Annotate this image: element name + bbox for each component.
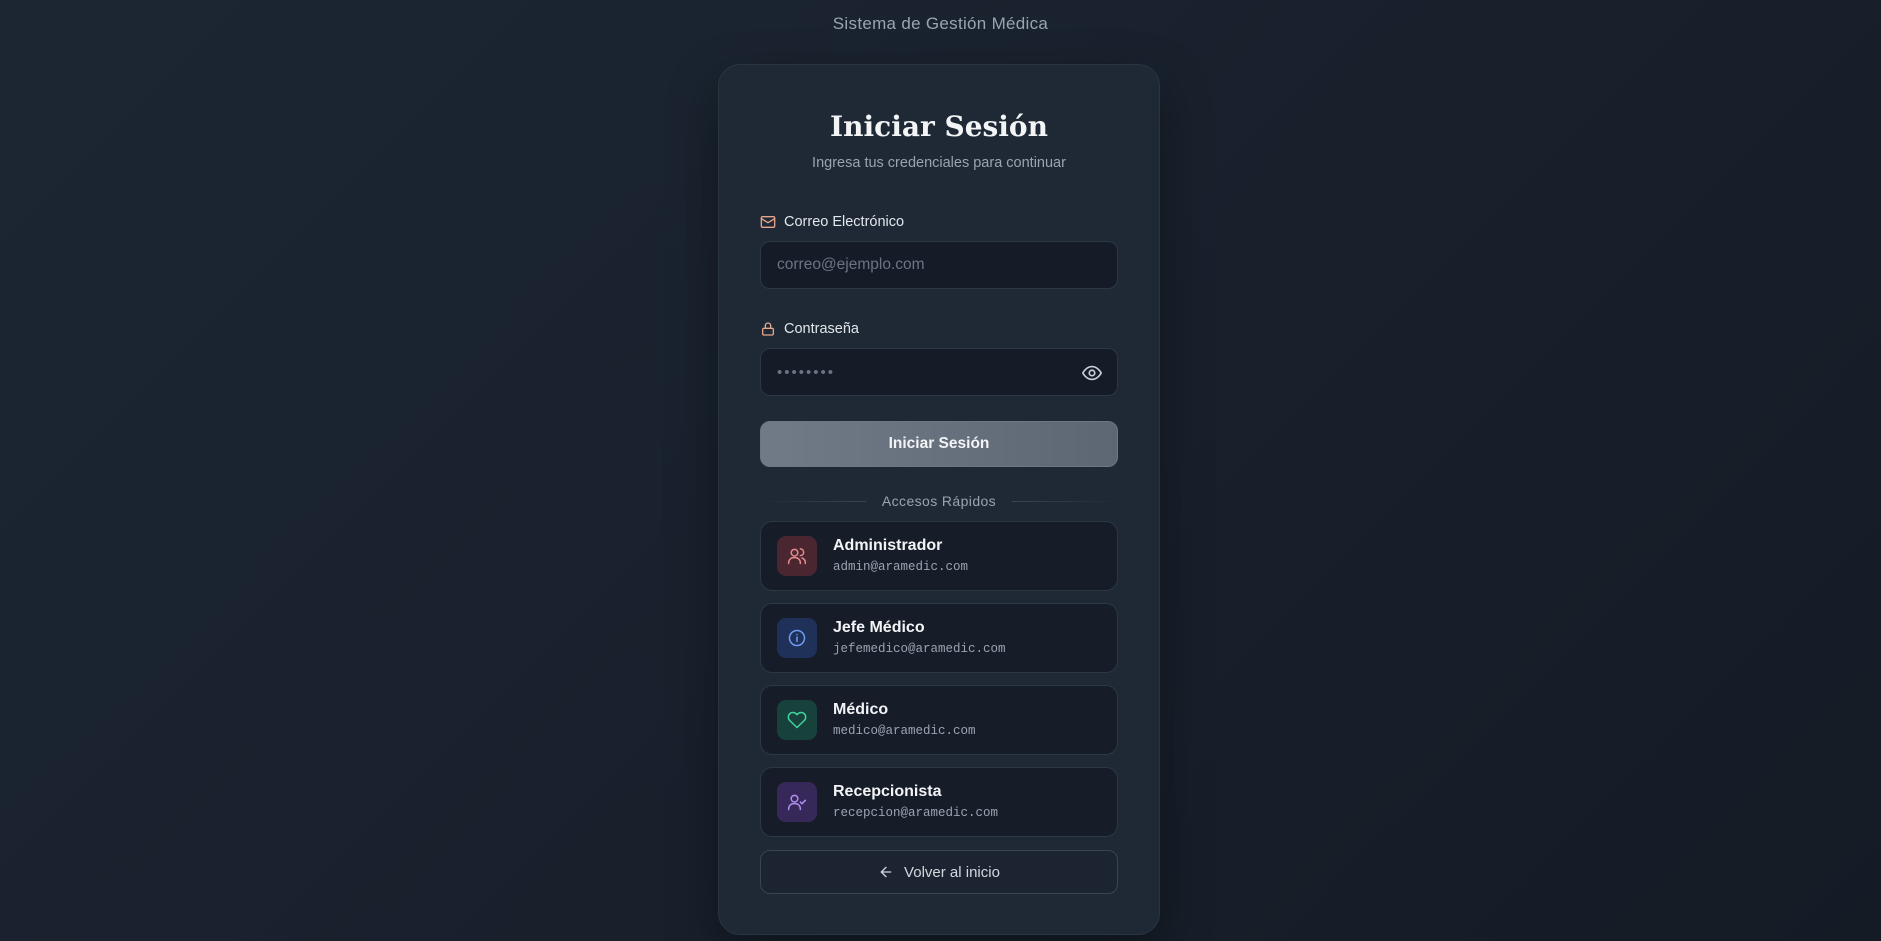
mail-icon	[760, 214, 776, 230]
toggle-password-visibility-button[interactable]	[1081, 362, 1103, 384]
quick-access-role: Administrador	[833, 537, 943, 554]
arrow-left-icon	[880, 866, 892, 878]
login-title: Iniciar Sesión	[830, 110, 1048, 143]
quick-access-item-chief[interactable]: Jefe Médico jefemedico@aramedic.com	[760, 603, 1118, 673]
divider-line-right	[1012, 500, 1119, 502]
login-card: Iniciar Sesión Ingresa tus credenciales …	[718, 64, 1160, 935]
quick-access-title: Accesos Rápidos	[881, 493, 997, 509]
password-label: Contraseña	[760, 319, 1118, 339]
quick-access-role: Jefe Médico	[833, 619, 925, 636]
quick-access-item-admin[interactable]: Administrador admin@aramedic.com	[760, 521, 1118, 591]
password-label-text: Contraseña	[784, 321, 859, 337]
quick-access-email: jefemedico@aramedic.com	[833, 642, 1006, 656]
back-to-home-label: Volver al inicio	[904, 863, 1000, 881]
user-check-icon	[787, 794, 807, 811]
divider-line-left	[760, 500, 866, 502]
info-circle-icon	[788, 629, 806, 647]
admin-badge	[777, 536, 817, 576]
quick-access-email: recepcion@aramedic.com	[833, 806, 999, 820]
quick-access-email: admin@aramedic.com	[833, 560, 969, 574]
password-field-wrapper	[760, 348, 1118, 396]
quick-access-email: medico@aramedic.com	[833, 724, 976, 738]
login-submit-button[interactable]: Iniciar Sesión	[760, 421, 1118, 467]
chief-badge	[777, 618, 817, 658]
email-field[interactable]	[761, 242, 1117, 288]
eye-icon	[1082, 365, 1102, 381]
login-subtitle: Ingresa tus credenciales para continuar	[812, 155, 1066, 171]
quick-access-item-reception[interactable]: Recepcionista recepcion@aramedic.com	[760, 767, 1118, 837]
quick-access-item-doctor[interactable]: Médico medico@aramedic.com	[760, 685, 1118, 755]
quick-access-list: Administrador admin@aramedic.com Jefe Mé…	[760, 521, 1118, 837]
password-field[interactable]	[761, 349, 1117, 395]
quick-access-role: Médico	[833, 701, 889, 718]
email-field-wrapper	[760, 241, 1118, 289]
users-icon	[787, 548, 807, 565]
app-title: Sistema de Gestión Médica	[832, 14, 1049, 33]
quick-access-divider: Accesos Rápidos	[760, 491, 1119, 511]
doctor-badge	[777, 700, 817, 740]
lock-icon	[760, 321, 776, 337]
email-label-text: Correo Electrónico	[784, 214, 905, 230]
heart-icon	[787, 711, 807, 729]
quick-access-role: Recepcionista	[833, 783, 942, 800]
reception-badge	[777, 782, 817, 822]
email-label: Correo Electrónico	[760, 212, 1118, 232]
back-to-home-button[interactable]: Volver al inicio	[760, 850, 1118, 894]
